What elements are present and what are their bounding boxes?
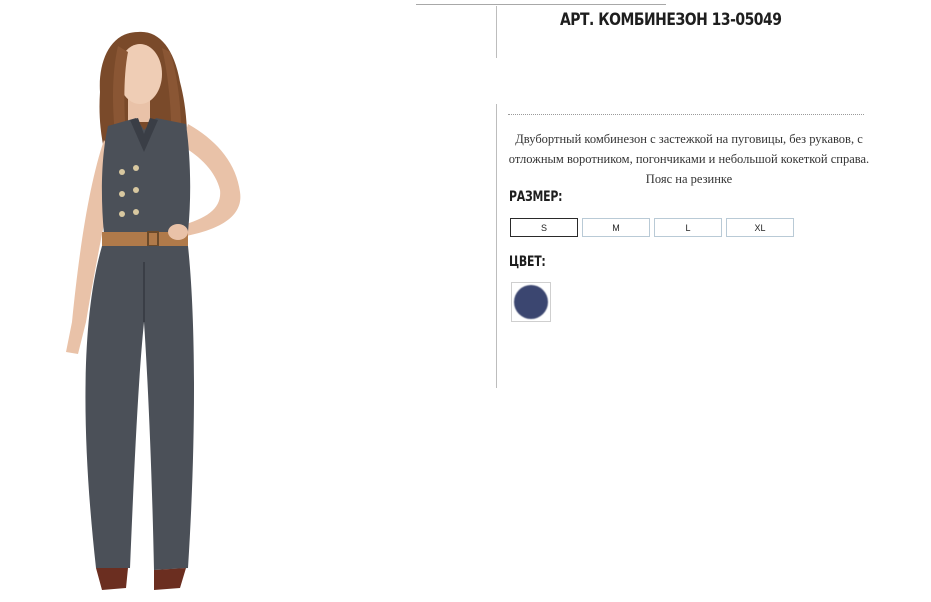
- size-label: РАЗМЕР:: [509, 189, 563, 205]
- color-swatch-dot: [514, 285, 548, 319]
- size-option-l[interactable]: L: [654, 218, 722, 237]
- product-description: Двубортный комбинезон с застежкой на пуг…: [508, 132, 870, 186]
- color-swatch-navy[interactable]: [511, 282, 551, 322]
- product-photo: [66, 31, 241, 590]
- right-shoe: [154, 568, 186, 590]
- size-option-xl[interactable]: XL: [726, 218, 794, 237]
- size-option-m[interactable]: M: [582, 218, 650, 237]
- color-label: ЦВЕТ:: [509, 254, 546, 270]
- dotted-separator: [508, 114, 864, 115]
- vertical-divider-top: [496, 6, 497, 58]
- vertical-divider-main: [496, 104, 497, 388]
- size-selector: S M L XL: [510, 218, 794, 237]
- top-divider: [416, 4, 666, 5]
- size-option-s[interactable]: S: [510, 218, 578, 237]
- jumpsuit-trousers: [85, 246, 194, 570]
- left-shoe: [96, 568, 128, 590]
- product-title: АРТ. КОМБИНЕЗОН 13-05049: [560, 10, 782, 30]
